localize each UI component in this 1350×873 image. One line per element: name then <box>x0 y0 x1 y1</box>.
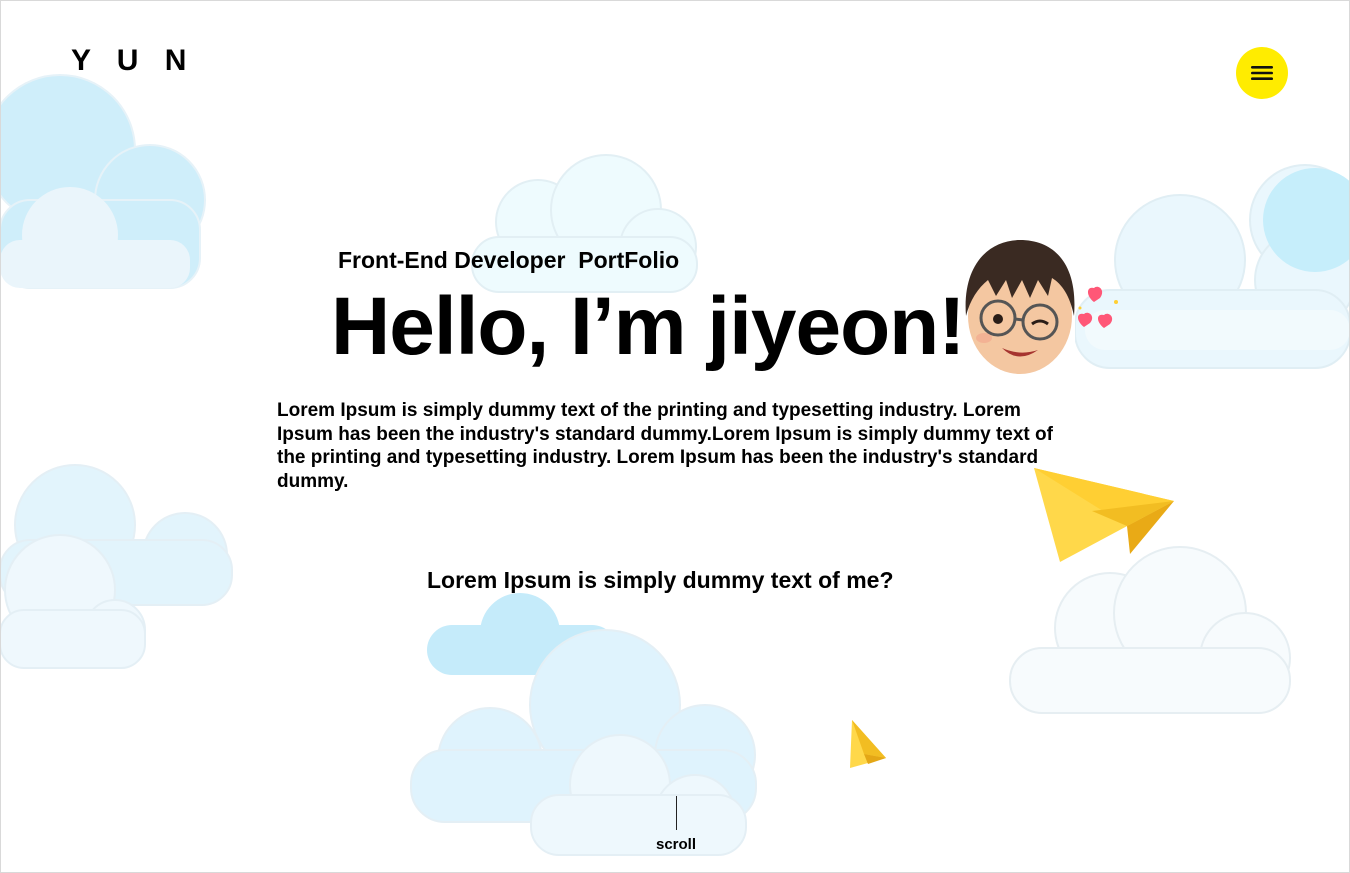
cloud-decoration <box>0 464 233 669</box>
cloud-decoration <box>471 154 698 293</box>
cloud-decoration <box>1075 164 1350 369</box>
hearts-icon <box>1078 286 1118 328</box>
hero-headline: Hello, I’m jiyeon! <box>331 281 966 372</box>
paper-plane-icon <box>850 720 886 768</box>
avatar <box>965 240 1075 374</box>
hero-subtitle: Front-End Developer PortFolio <box>338 247 680 273</box>
cloud-decoration <box>1009 546 1291 714</box>
cloud-decoration <box>410 593 757 856</box>
menu-button[interactable] <box>1236 47 1288 99</box>
cloud-decoration <box>0 74 206 289</box>
scroll-indicator-line <box>676 796 677 830</box>
hero-intro-text: Lorem Ipsum is simply dummy text of the … <box>277 400 1053 492</box>
hero-question: Lorem Ipsum is simply dummy text of me? <box>427 567 894 593</box>
paper-plane-icon <box>1034 468 1174 562</box>
scroll-indicator[interactable]: scroll <box>646 836 706 853</box>
site-logo[interactable]: Y U N <box>71 44 195 78</box>
hamburger-menu-icon <box>1251 66 1273 80</box>
